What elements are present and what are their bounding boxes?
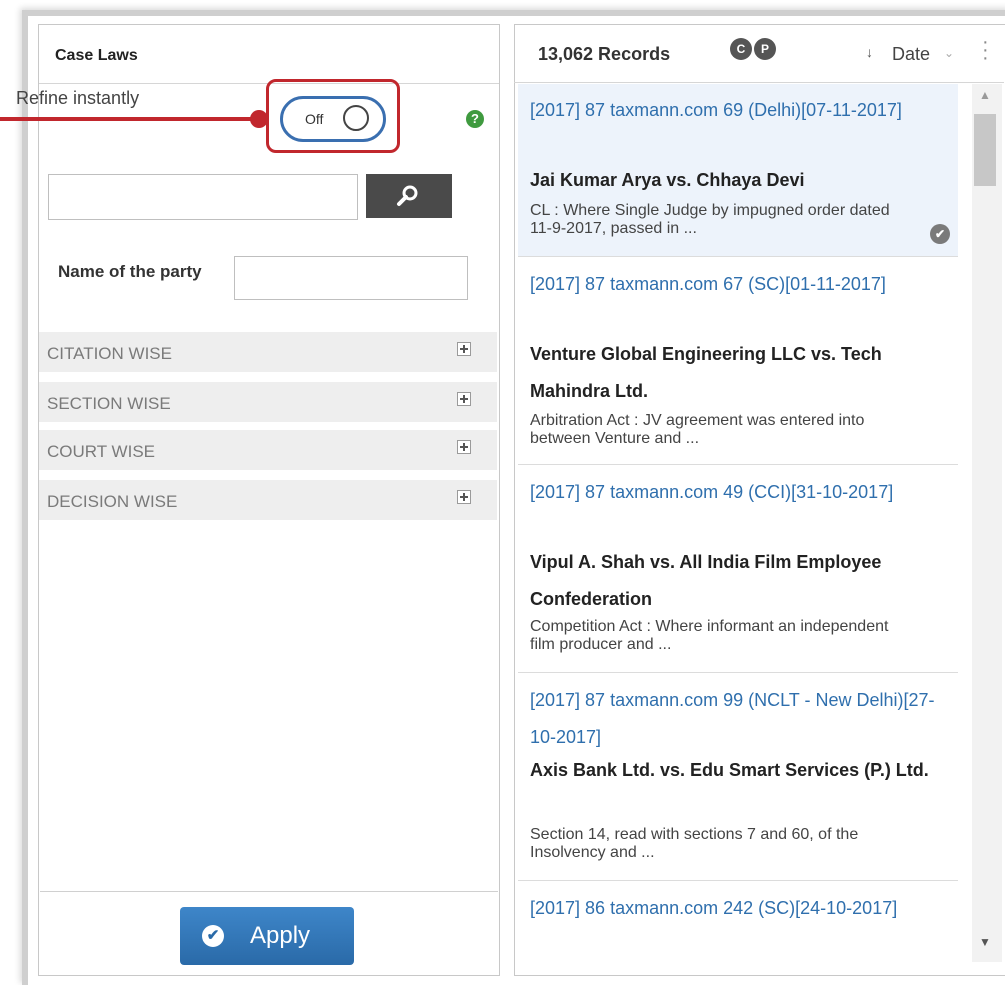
result-citation[interactable]: [2017] 87 taxmann.com 69 (Delhi)[07-11-2… (530, 92, 940, 129)
result-title: Jai Kumar Arya vs. Chhaya Devi (530, 170, 805, 190)
party-name-label: Name of the party (58, 262, 202, 281)
search-input[interactable] (48, 174, 358, 220)
result-citation[interactable]: [2017] 87 taxmann.com 49 (CCI)[31-10-201… (530, 474, 940, 511)
result-citation[interactable]: [2017] 87 taxmann.com 67 (SC)[01-11-2017… (530, 266, 940, 303)
result-snippet: Arbitration Act : JV agreement was enter… (530, 412, 865, 447)
refine-instantly-toggle[interactable]: Off (280, 96, 386, 142)
section-citation-wise[interactable]: CITATION WISE (39, 332, 497, 372)
toggle-knob-icon (343, 105, 369, 131)
toggle-state-label: Off (305, 111, 324, 127)
party-name-input[interactable] (234, 256, 468, 300)
check-icon: ✔ (202, 925, 224, 947)
more-vertical-icon[interactable]: · · · (982, 32, 989, 68)
result-item[interactable]: [2017] 86 taxmann.com 242 (SC)[24-10-201… (518, 882, 958, 978)
search-icon (397, 185, 418, 206)
section-label: SECTION WISE (47, 394, 171, 413)
result-snippet: Section 14, read with sections 7 and 60,… (530, 826, 859, 861)
sort-direction-icon[interactable]: ↓ (866, 44, 873, 60)
annotation-arrow-line (0, 117, 262, 121)
p-icon[interactable]: P (754, 38, 776, 60)
divider (40, 891, 498, 892)
section-section-wise[interactable]: SECTION WISE (39, 382, 497, 422)
filter-panel-header: Case Laws (39, 25, 499, 84)
sort-label[interactable]: Date (892, 44, 930, 65)
expand-plus-icon[interactable] (457, 342, 471, 356)
result-item[interactable]: [2017] 87 taxmann.com 99 (NCLT - New Del… (518, 674, 958, 881)
verified-check-icon: ✔ (930, 224, 950, 244)
section-label: DECISION WISE (47, 492, 178, 511)
result-title: Venture Global Engineering LLC vs. Tech … (530, 344, 882, 401)
panel-title: Case Laws (55, 47, 138, 64)
scroll-thumb[interactable] (974, 114, 996, 186)
section-label: COURT WISE (47, 442, 155, 461)
refine-instantly-label: Refine instantly (16, 88, 140, 108)
expand-plus-icon[interactable] (457, 490, 471, 504)
scroll-up-icon[interactable]: ▲ (979, 88, 991, 102)
scroll-down-icon[interactable]: ▼ (979, 935, 991, 949)
divider (514, 82, 1004, 83)
apply-label: Apply (250, 922, 311, 949)
results-scrollbar[interactable] (972, 84, 1002, 962)
result-citation[interactable]: [2017] 87 taxmann.com 99 (NCLT - New Del… (530, 682, 940, 756)
record-count: 13,062 Records (538, 44, 671, 64)
section-decision-wise[interactable]: DECISION WISE (39, 480, 497, 520)
expand-plus-icon[interactable] (457, 440, 471, 454)
apply-button[interactable]: ✔ Apply (180, 907, 354, 965)
section-label: CITATION WISE (47, 344, 172, 363)
chevron-down-icon[interactable]: ⌄ (944, 46, 954, 60)
result-title: Vipul A. Shah vs. All India Film Employe… (530, 552, 882, 609)
c-icon[interactable]: C (730, 38, 752, 60)
result-snippet: Competition Act : Where informant an ind… (530, 618, 889, 653)
help-icon[interactable]: ? (466, 110, 484, 128)
expand-plus-icon[interactable] (457, 392, 471, 406)
search-button[interactable] (366, 174, 452, 218)
result-citation[interactable]: [2017] 86 taxmann.com 242 (SC)[24-10-201… (530, 890, 940, 927)
result-item[interactable]: [2017] 87 taxmann.com 69 (Delhi)[07-11-2… (518, 84, 958, 257)
result-title: Axis Bank Ltd. vs. Edu Smart Services (P… (530, 760, 929, 780)
section-court-wise[interactable]: COURT WISE (39, 430, 497, 470)
result-snippet: CL : Where Single Judge by impugned orde… (530, 202, 890, 237)
result-item[interactable]: [2017] 87 taxmann.com 67 (SC)[01-11-2017… (518, 258, 958, 465)
result-item[interactable]: [2017] 87 taxmann.com 49 (CCI)[31-10-201… (518, 466, 958, 673)
